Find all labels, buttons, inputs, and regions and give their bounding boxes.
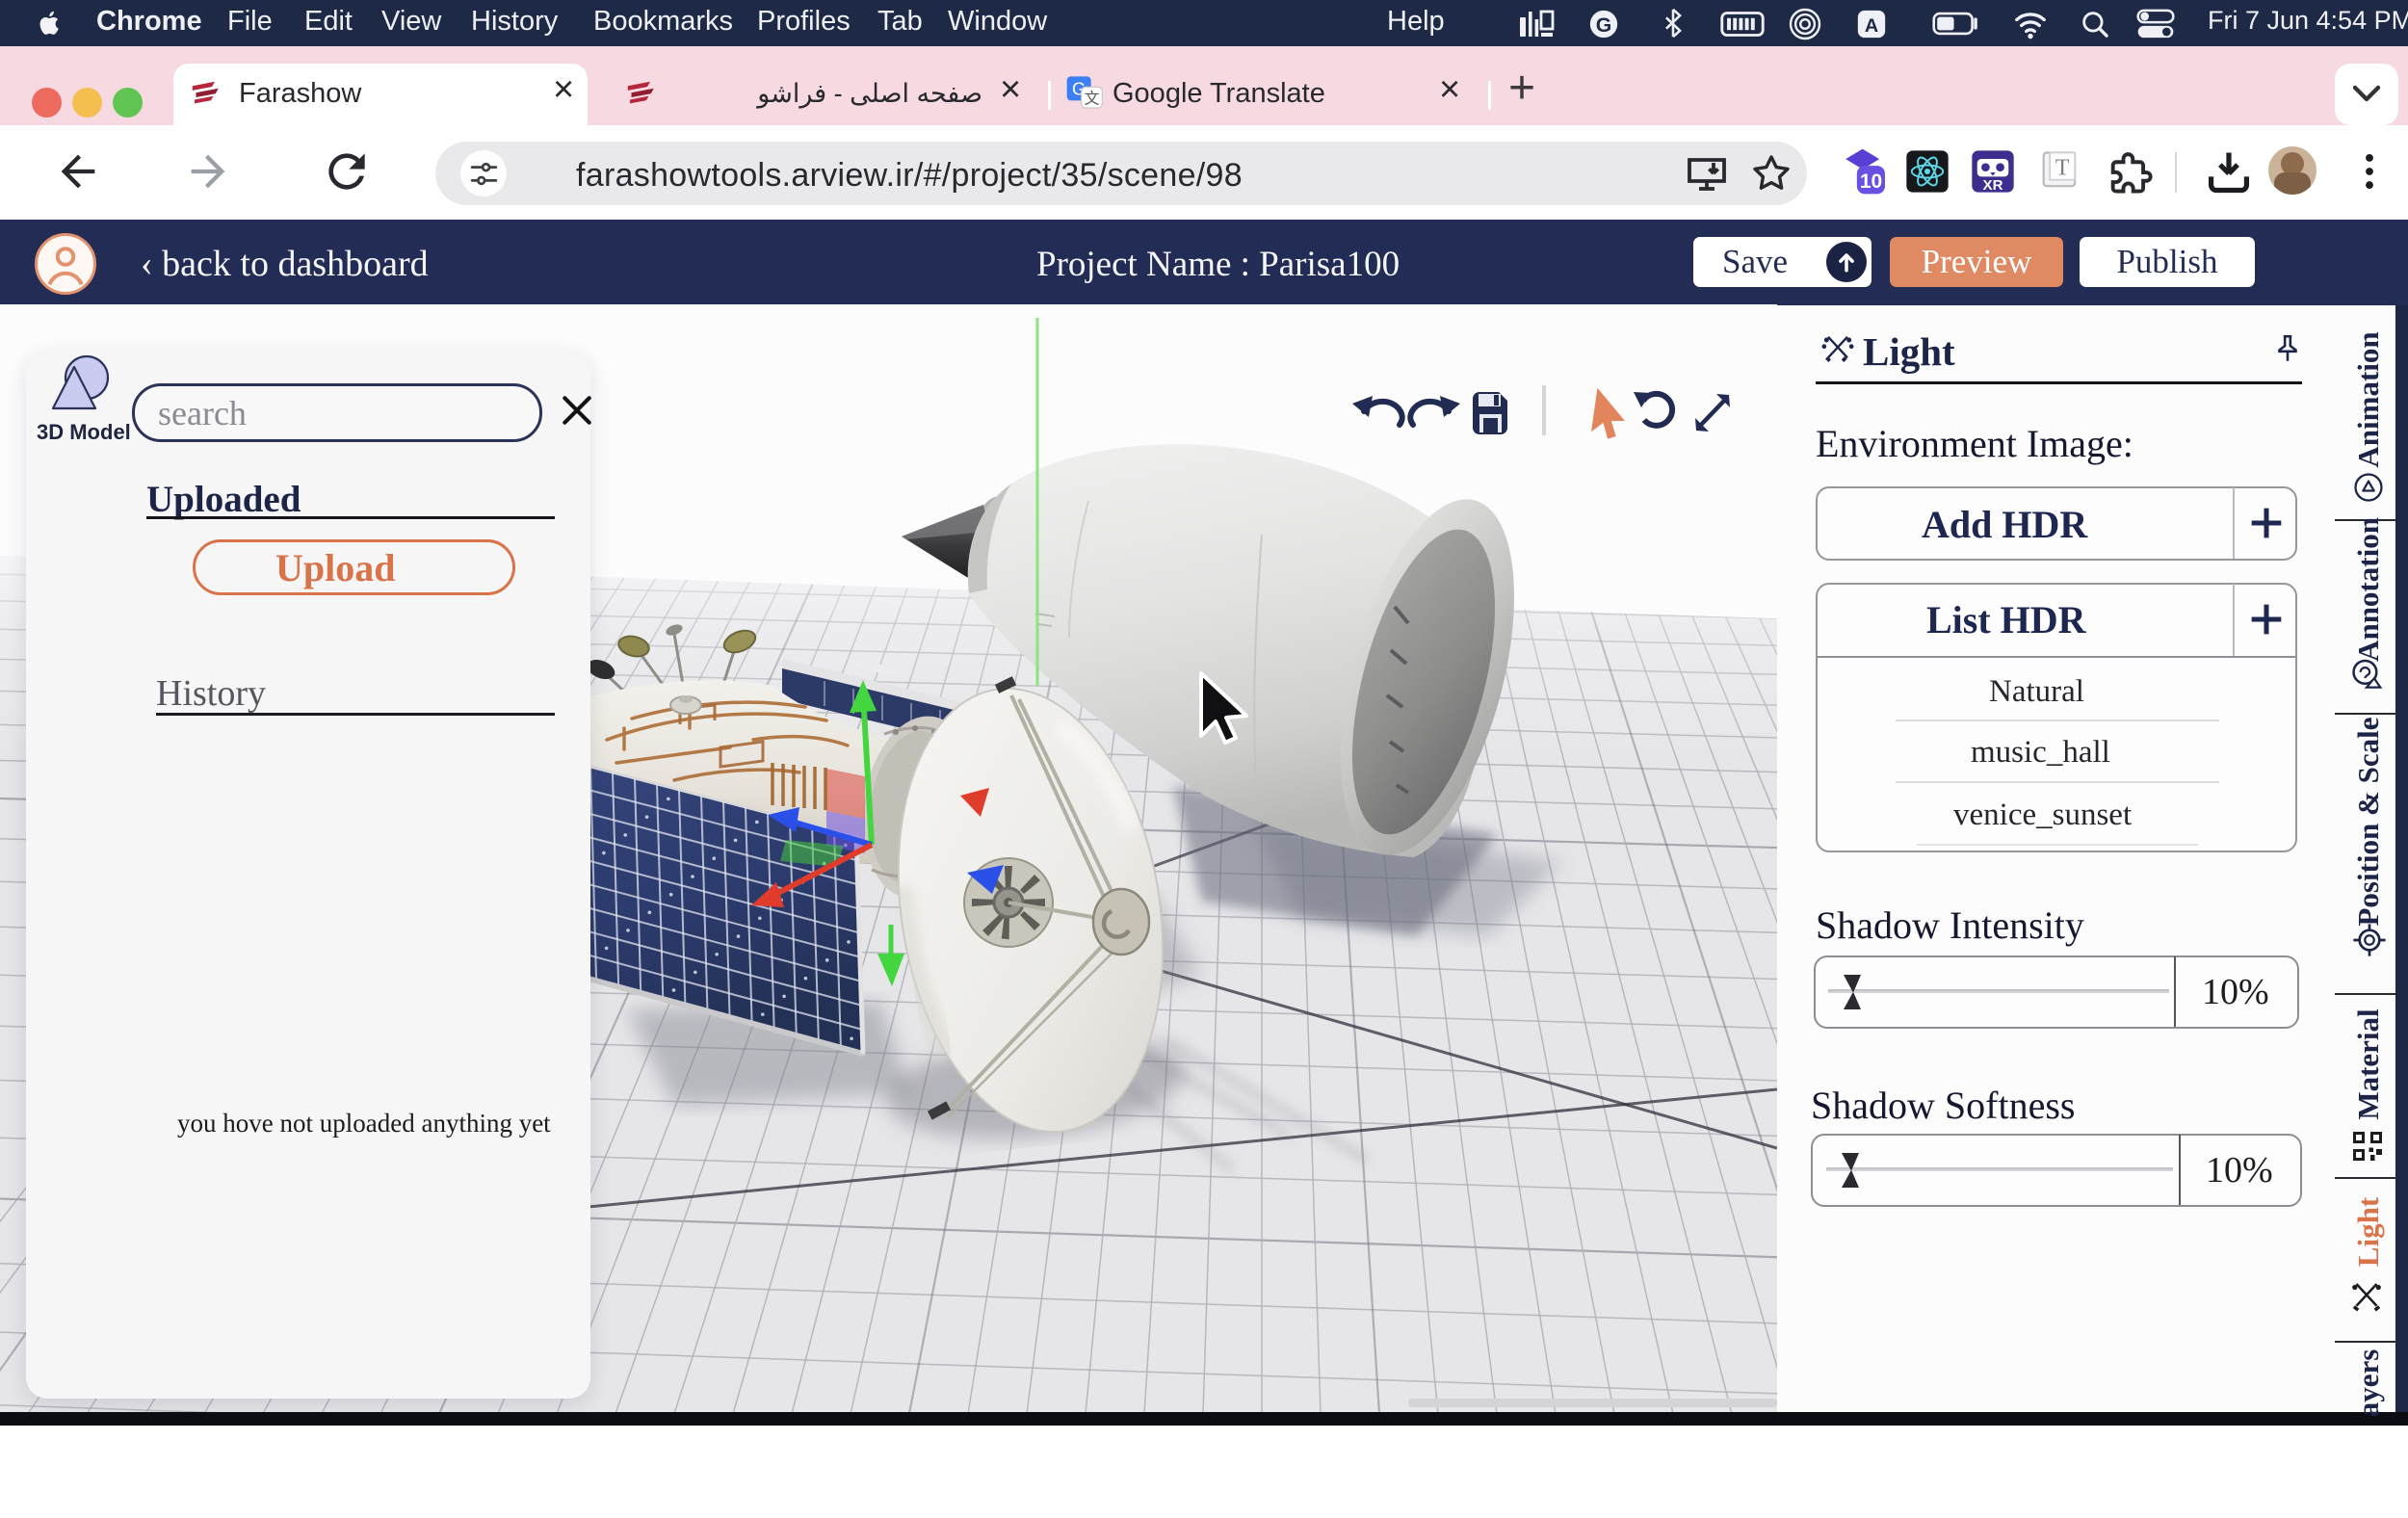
svg-text:文: 文: [1085, 90, 1100, 107]
svg-text:T: T: [2055, 155, 2070, 180]
svg-text:G: G: [1596, 13, 1612, 37]
svg-text:10: 10: [1860, 170, 1882, 193]
svg-text:A: A: [1865, 15, 1878, 37]
svg-text:XR: XR: [1982, 177, 2002, 194]
